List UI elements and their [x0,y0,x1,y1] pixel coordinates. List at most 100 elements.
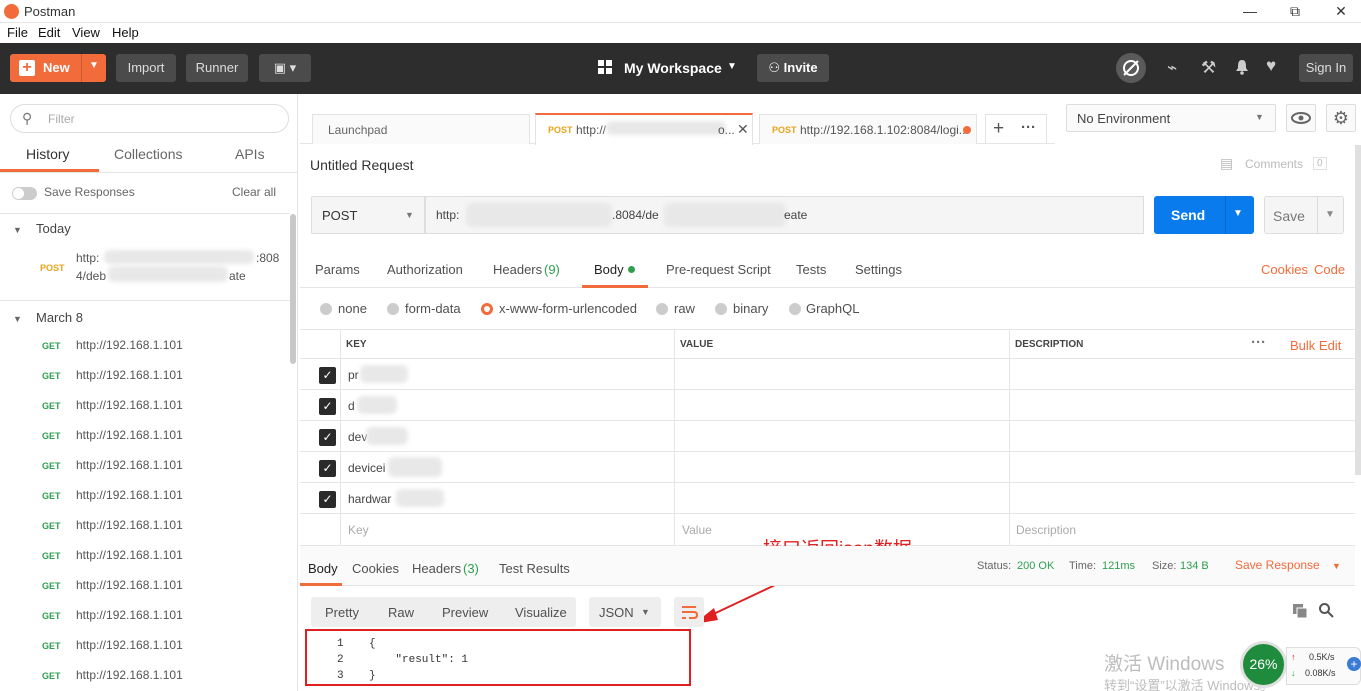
main-scrollbar[interactable] [1355,145,1361,475]
cpu-gauge[interactable]: 26% [1240,641,1287,688]
tab-body[interactable]: Body [594,262,624,277]
sidebar-scrollbar[interactable] [290,214,296,364]
save-responses-toggle[interactable] [12,187,37,200]
radio-form-data[interactable] [387,303,399,315]
send-chevron-icon[interactable]: ▼ [1233,208,1243,219]
body-type-urlencoded[interactable]: x-www-form-urlencoded [499,301,637,316]
group-march-8[interactable]: March 8 [36,310,83,325]
tab-apis[interactable]: APIs [235,146,265,162]
filter-input[interactable]: ⚲ Filter [10,104,289,133]
view-raw[interactable]: Raw [388,605,414,620]
history-item-post[interactable]: POST http: :808 4/deb ate [0,244,290,284]
invite-button[interactable]: ⚇ Invite [757,54,829,82]
history-item[interactable]: GET http://192.168.1.101 [0,632,290,662]
param-key[interactable]: hardwar [348,492,391,506]
history-item[interactable]: GET http://192.168.1.101 [0,662,290,691]
code-link[interactable]: Code [1314,262,1345,277]
wrap-lines-icon[interactable] [674,597,704,627]
body-type-form-data[interactable]: form-data [405,301,461,316]
row-checkbox[interactable]: ✓ [319,460,336,477]
new-button[interactable]: + New ▼ [10,54,106,82]
tab-history[interactable]: History [26,146,70,162]
tab-pre-request-script[interactable]: Pre-request Script [666,262,771,277]
new-window-button[interactable]: ▣ ▾ [259,54,311,82]
copy-icon[interactable] [1292,603,1308,619]
tab-authorization[interactable]: Authorization [387,262,463,277]
save-button[interactable]: Save ▼ [1264,196,1344,234]
cookies-link[interactable]: Cookies [1261,262,1308,277]
save-response-button[interactable]: Save Response [1235,558,1320,572]
method-select[interactable]: POST ▼ [311,196,425,234]
param-key[interactable]: dev [348,430,367,444]
gear-icon[interactable]: ⚙ [1326,104,1356,132]
tab-settings[interactable]: Settings [855,262,902,277]
runner-button[interactable]: Runner [186,54,248,82]
history-item[interactable]: GET http://192.168.1.101 [0,572,290,602]
history-item[interactable]: GET http://192.168.1.101 [0,422,290,452]
satellite-icon[interactable]: ⌁ [1167,58,1177,78]
save-response-chevron-icon[interactable]: ▼ [1332,561,1341,571]
view-visualize[interactable]: Visualize [515,605,567,620]
clear-all-button[interactable]: Clear all [232,185,276,199]
radio-none[interactable] [320,303,332,315]
march-chevron-icon[interactable]: ▼ [13,314,22,324]
new-key-placeholder[interactable]: Key [348,523,369,537]
format-select[interactable]: JSON ▼ [589,597,661,627]
bulk-edit-link[interactable]: Bulk Edit [1290,338,1341,353]
radio-binary[interactable] [715,303,727,315]
tab-headers[interactable]: Headers [493,262,542,277]
more-options-icon[interactable]: ··· [1251,334,1266,351]
menu-help[interactable]: Help [112,25,139,40]
network-widget[interactable]: ↑ 0.5K/s ↓ 0.08K/s + [1286,647,1361,685]
eye-icon[interactable] [1286,104,1316,132]
url-input[interactable]: http: .8084/de eate [425,196,1144,234]
search-response-icon[interactable] [1318,602,1334,618]
bell-icon[interactable] [1235,59,1249,75]
chevron-down-icon[interactable]: ▼ [89,60,99,71]
more-tabs-icon[interactable]: ··· [1021,119,1036,136]
history-item[interactable]: GET http://192.168.1.101 [0,482,290,512]
history-item[interactable]: GET http://192.168.1.101 [0,392,290,422]
row-checkbox[interactable]: ✓ [319,429,336,446]
row-checkbox[interactable]: ✓ [319,398,336,415]
history-item[interactable]: GET http://192.168.1.101 [0,512,290,542]
param-key[interactable]: pr [348,368,359,382]
response-tab-body[interactable]: Body [308,561,338,576]
response-tab-cookies[interactable]: Cookies [352,561,399,576]
close-window-icon[interactable]: ✕ [1329,2,1353,20]
body-type-graphql[interactable]: GraphQL [806,301,859,316]
minimize-icon[interactable]: — [1238,2,1262,20]
tab-post-login[interactable]: POST http://192.168.1.102:8084/logi... [759,114,977,144]
body-type-raw[interactable]: raw [674,301,695,316]
view-pretty[interactable]: Pretty [325,605,359,620]
tab-collections[interactable]: Collections [114,146,182,162]
radio-raw[interactable] [656,303,668,315]
param-key[interactable]: devicei [348,461,385,475]
tab-launchpad[interactable]: Launchpad [312,114,530,144]
new-description-placeholder[interactable]: Description [1016,523,1076,537]
close-tab-icon[interactable]: ✕ [737,121,749,138]
response-tab-headers[interactable]: Headers [412,561,461,576]
radio-graphql[interactable] [789,303,801,315]
import-button[interactable]: Import [116,54,176,82]
radio-urlencoded-selected[interactable] [481,303,493,315]
sign-in-button[interactable]: Sign In [1299,54,1353,82]
tab-post-request-active[interactable]: POST http:// o... ✕ [535,113,753,145]
workspace-chevron-icon[interactable]: ▼ [727,61,737,72]
comments-icon[interactable]: ▤ [1220,155,1233,172]
tab-params[interactable]: Params [315,262,360,277]
wrench-icon[interactable]: ⚒ [1201,58,1216,78]
response-tab-test-results[interactable]: Test Results [499,561,570,576]
sync-off-icon[interactable] [1116,53,1146,83]
row-checkbox[interactable]: ✓ [319,367,336,384]
new-value-placeholder[interactable]: Value [682,523,712,537]
today-chevron-icon[interactable]: ▼ [13,225,22,235]
menu-file[interactable]: File [7,25,28,40]
history-item[interactable]: GET http://192.168.1.101 [0,452,290,482]
workspace-selector[interactable]: My Workspace [624,60,722,76]
add-tab-icon[interactable]: + [993,118,1004,140]
comments-label[interactable]: Comments [1245,157,1303,171]
param-key[interactable]: d [348,399,355,413]
heart-icon[interactable]: ♥ [1266,56,1276,76]
body-type-none[interactable]: none [338,301,367,316]
